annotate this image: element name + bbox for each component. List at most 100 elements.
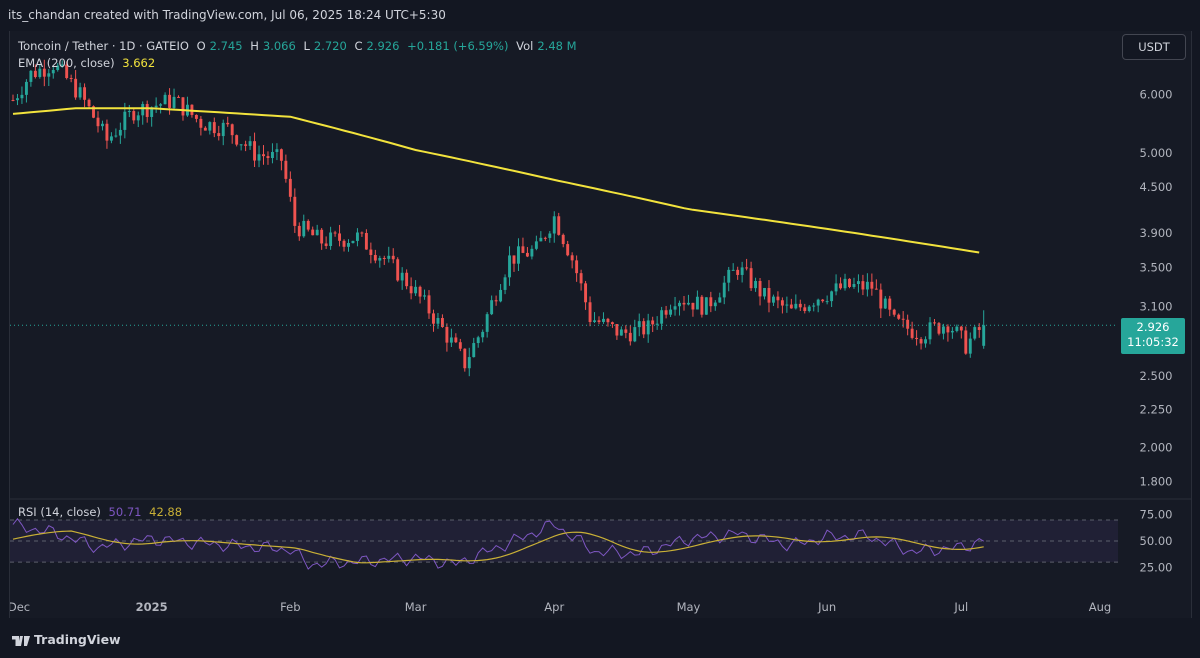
candle-body bbox=[355, 232, 359, 241]
candle-body bbox=[481, 331, 485, 338]
candle-body bbox=[342, 240, 346, 247]
candle-body bbox=[816, 299, 820, 306]
candle-body bbox=[194, 114, 198, 119]
ema-label: EMA (200, close) bbox=[18, 56, 115, 70]
candle-body bbox=[467, 357, 471, 369]
candle-body bbox=[584, 283, 588, 303]
candle-body bbox=[235, 135, 239, 145]
candle-body bbox=[315, 229, 319, 236]
low-label: L bbox=[303, 39, 310, 53]
candle-body bbox=[561, 234, 565, 245]
candle-body bbox=[400, 272, 404, 281]
candle-body bbox=[619, 329, 623, 336]
candle-body bbox=[883, 298, 887, 309]
candle-body bbox=[172, 96, 176, 108]
candle-body bbox=[418, 286, 422, 297]
candle-body bbox=[118, 129, 122, 136]
high-value: 3.066 bbox=[262, 39, 296, 53]
candle-body bbox=[865, 281, 869, 290]
candle-body bbox=[937, 323, 941, 334]
candle-body bbox=[682, 302, 686, 305]
candle-body bbox=[369, 249, 373, 255]
chart-area[interactable]: 6.000 5.000 4.500 3.900 3.500 3.100 2.500 2.250… bbox=[8, 31, 1192, 618]
candle-body bbox=[288, 178, 292, 197]
tradingview-logo[interactable]: TradingView bbox=[12, 632, 121, 647]
candle-body bbox=[548, 233, 552, 238]
candle-body bbox=[248, 141, 252, 146]
candle-body bbox=[69, 77, 73, 79]
candle-body bbox=[132, 111, 136, 121]
candle-body bbox=[266, 156, 270, 159]
candle-body bbox=[181, 97, 185, 116]
candle-body bbox=[239, 144, 243, 146]
candle-body bbox=[203, 127, 207, 131]
currency-unit-button[interactable]: USDT bbox=[1122, 34, 1186, 60]
candle-body bbox=[329, 232, 333, 246]
candle-body bbox=[324, 243, 328, 246]
candle-body bbox=[458, 342, 462, 349]
symbol-name[interactable]: Toncoin / Tether · 1D · GATEIO bbox=[18, 39, 189, 53]
candle-body bbox=[798, 303, 802, 308]
chart-svg[interactable]: 6.000 5.000 4.500 3.900 3.500 3.100 2.500 2.250… bbox=[8, 31, 1191, 618]
candle-body bbox=[570, 255, 574, 261]
candle-body bbox=[275, 149, 279, 152]
time-tick-label: Apr bbox=[544, 600, 564, 614]
candle-body bbox=[678, 302, 681, 307]
candle-body bbox=[127, 111, 131, 113]
candle-body bbox=[888, 298, 892, 310]
candle-body bbox=[968, 338, 972, 354]
candle-body bbox=[391, 255, 395, 260]
candle-body bbox=[476, 337, 480, 344]
candle-body bbox=[785, 304, 789, 306]
time-tick-label: Mar bbox=[405, 600, 427, 614]
candle-body bbox=[597, 320, 601, 322]
candle-body bbox=[427, 295, 431, 314]
candle-body bbox=[279, 149, 283, 161]
candle-body bbox=[946, 326, 950, 333]
rsi-tick-label: 25.00 bbox=[1140, 560, 1173, 574]
candle-body bbox=[736, 269, 740, 275]
candle-body bbox=[749, 268, 753, 289]
candle-body bbox=[606, 318, 610, 323]
candle-body bbox=[941, 326, 945, 334]
candle-body bbox=[834, 283, 838, 292]
candle-body bbox=[901, 318, 905, 320]
rsi-legend[interactable]: RSI (14, close) 50.71 42.88 bbox=[18, 505, 186, 519]
price-tick-label: 2.250 bbox=[1140, 403, 1173, 417]
candle-body bbox=[136, 115, 140, 121]
candle-body bbox=[906, 319, 910, 329]
candle-body bbox=[360, 232, 364, 234]
candle-body bbox=[897, 314, 901, 319]
candle-body bbox=[722, 282, 726, 298]
candle-body bbox=[856, 281, 860, 285]
candle-body bbox=[709, 297, 713, 307]
candle-body bbox=[512, 255, 516, 264]
candle-body bbox=[959, 326, 963, 331]
candle-body bbox=[270, 151, 274, 159]
candle-body bbox=[347, 243, 350, 247]
candle-body bbox=[669, 309, 673, 315]
candle-body bbox=[727, 269, 731, 283]
candle-body bbox=[973, 327, 977, 339]
top-bar: its_chandan created with TradingView.com… bbox=[0, 0, 1200, 32]
candle-body bbox=[821, 299, 825, 302]
ema-legend[interactable]: EMA (200, close) 3.662 bbox=[18, 56, 159, 70]
candle-body bbox=[566, 244, 570, 256]
candle-body bbox=[718, 297, 722, 303]
candle-body bbox=[731, 269, 735, 271]
last-price-value: 2.926 bbox=[1136, 320, 1170, 334]
candle-body bbox=[109, 136, 113, 141]
candle-body bbox=[503, 277, 507, 290]
candle-body bbox=[306, 220, 310, 230]
low-value: 2.720 bbox=[313, 39, 347, 53]
candle-body bbox=[320, 229, 324, 244]
rsi-tick-label: 75.00 bbox=[1140, 508, 1173, 522]
candle-body bbox=[575, 260, 579, 274]
candle-body bbox=[212, 122, 216, 134]
candle-body bbox=[499, 289, 503, 302]
volume-label: Vol bbox=[516, 39, 534, 53]
candle-body bbox=[843, 278, 847, 289]
candle-body bbox=[485, 314, 489, 332]
high-label: H bbox=[250, 39, 259, 53]
candle-body bbox=[794, 303, 798, 309]
